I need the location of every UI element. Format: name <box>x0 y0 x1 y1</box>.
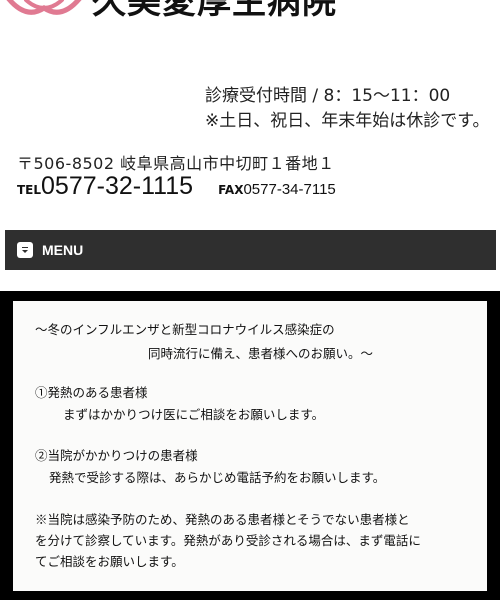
notice-note-line: ※当院は感染予防のため、発熱のある患者様とそうでない患者様と <box>35 512 410 527</box>
menu-toggle-icon <box>17 242 33 258</box>
reception-hours-line: 診療受付時間 / 8：15〜11：00 <box>205 86 451 106</box>
address: 〒506-8502 岐阜県高山市中切町１番地１ <box>17 154 335 173</box>
notice-banner: 〜冬のインフルエンザと新型コロナウイルス感染症の 同時流行に備え、患者様へのお願… <box>0 291 500 600</box>
hospital-name[interactable]: 久美愛厚生病院 <box>92 0 337 23</box>
contact-numbers: TEL0577-32-1115 FAX0577-34-7115 <box>17 172 336 201</box>
tel-label: TEL <box>17 183 42 197</box>
notice-item-body: 発熱で受診する際は、あらかじめ電話予約をお願いします。 <box>49 470 386 485</box>
fax-label: FAX <box>218 183 244 197</box>
lotus-logo[interactable] <box>4 0 84 20</box>
notice-item-heading: ①発熱のある患者様 <box>35 385 148 400</box>
tel-number[interactable]: 0577-32-1115 <box>41 172 193 200</box>
reception-hours: 診療受付時間 / 8：15〜11：00 ※土日、祝日、年末年始は休診です。 <box>205 84 490 134</box>
site-header: 久美愛厚生病院 <box>0 0 500 26</box>
notice-note-line: を分けて診察しています。発熱があり受診される場合は、まず電話に <box>35 533 421 548</box>
fax-number: 0577-34-7115 <box>243 181 336 198</box>
menu-label: MENU <box>42 242 84 258</box>
notice-title-line: 〜冬のインフルエンザと新型コロナウイルス感染症の <box>35 322 335 337</box>
notice-note-line: てご相談をお願いします。 <box>35 554 184 569</box>
notice-title-line: 同時流行に備え、患者様へのお願い。〜 <box>148 346 374 361</box>
notice-item-heading: ②当院がかかりつけの患者様 <box>35 448 198 463</box>
notice-content: 〜冬のインフルエンザと新型コロナウイルス感染症の 同時流行に備え、患者様へのお願… <box>13 301 487 591</box>
closed-days-note: ※土日、祝日、年末年始は休診です。 <box>205 111 490 131</box>
menu-button[interactable]: MENU <box>5 230 496 270</box>
notice-item-body: まずはかかりつけ医にご相談をお願いします。 <box>63 407 325 422</box>
